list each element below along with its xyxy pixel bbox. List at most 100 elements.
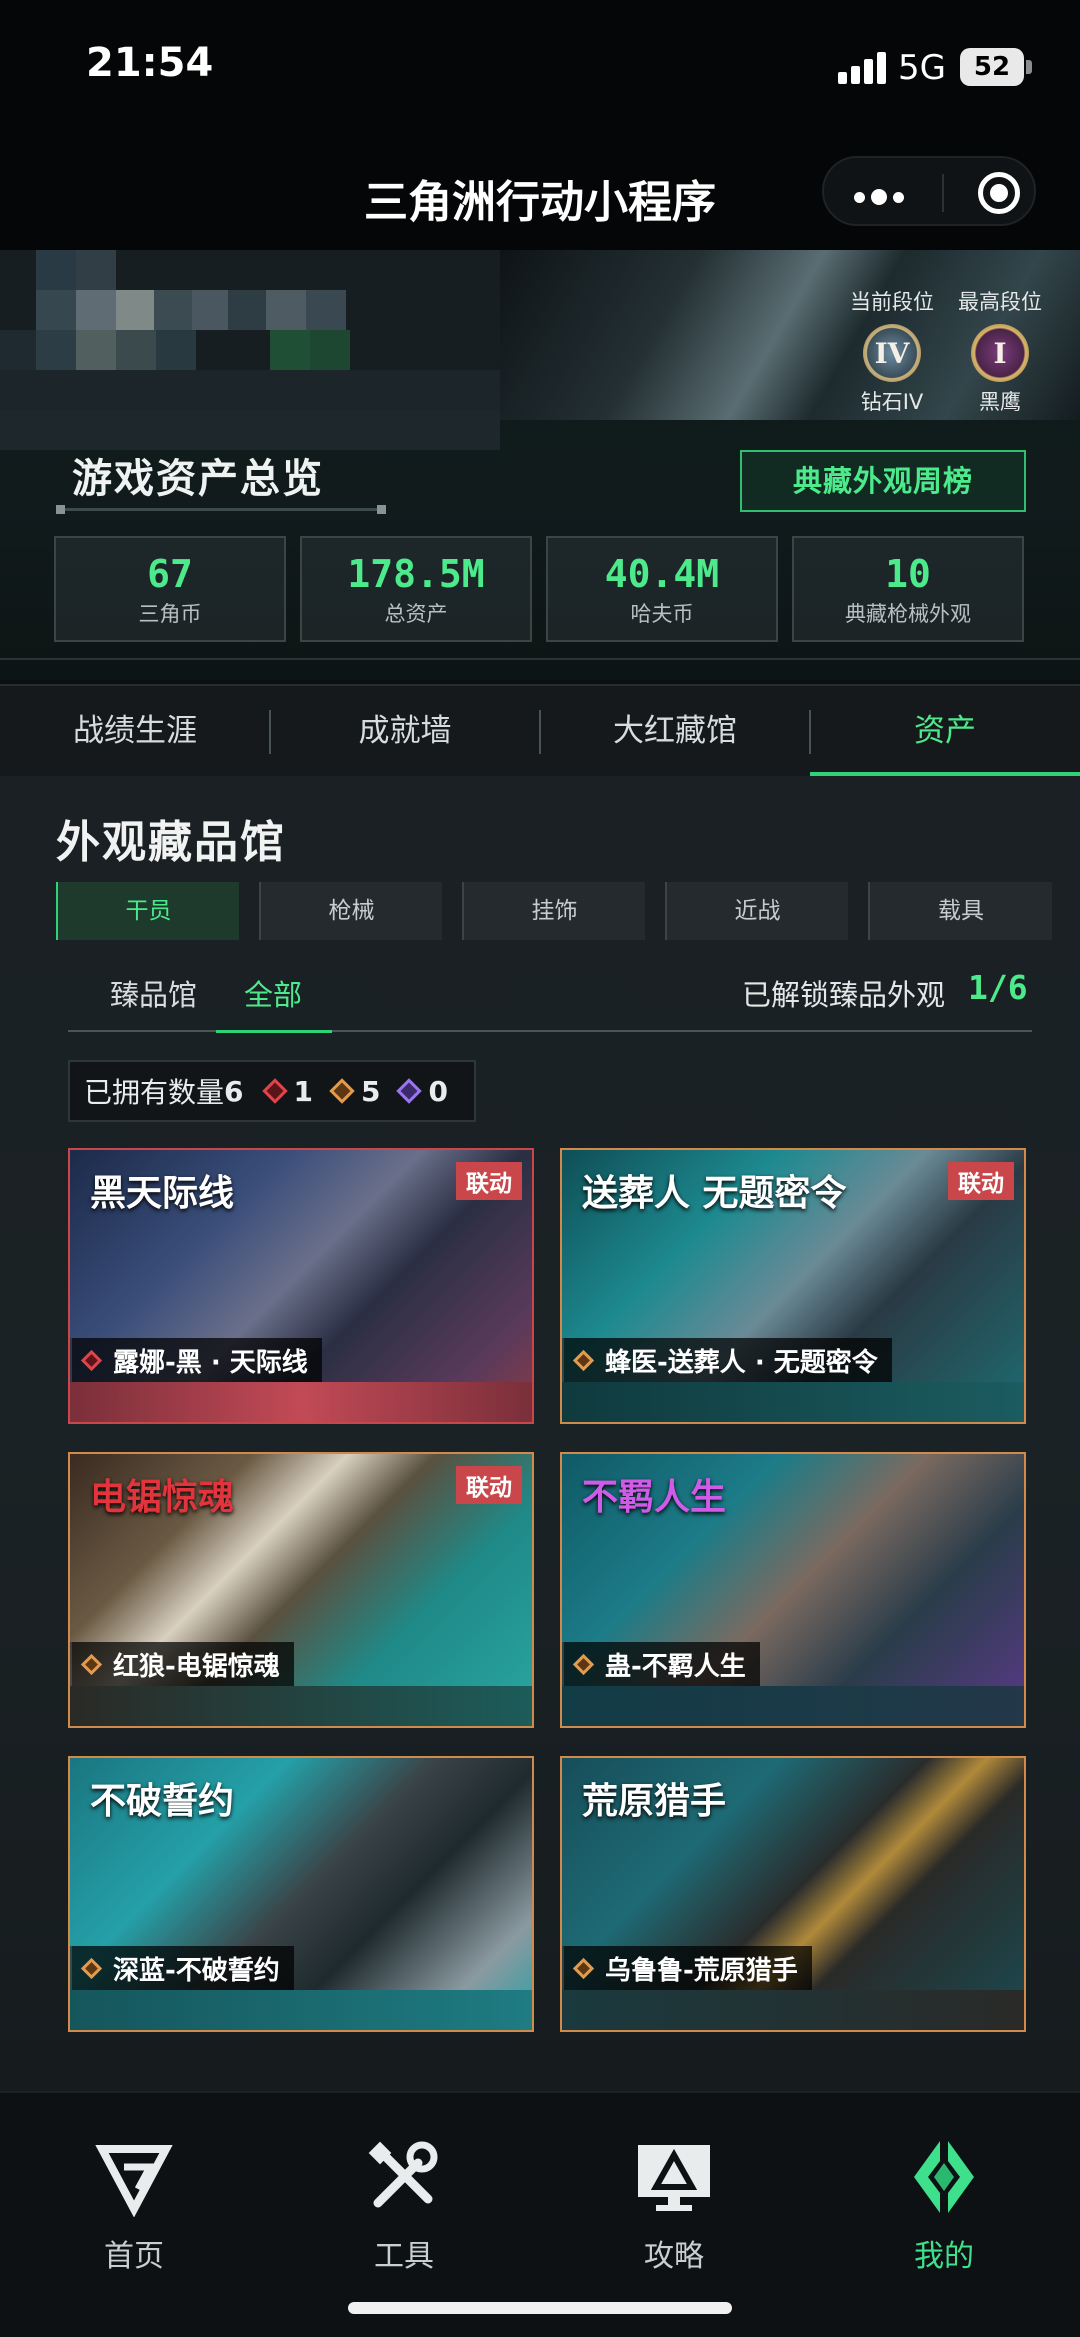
more-icon[interactable] [854,188,910,207]
active-subtab-indicator [216,1030,332,1033]
stat-card: 178.5M 总资产 [300,536,532,642]
nav-profile[interactable]: 我的 [844,2137,1044,2275]
owned-gold: 5 [360,1074,381,1108]
nav-home[interactable]: 首页 [34,2137,234,2275]
guide-monitor-icon [634,2137,714,2217]
collab-badge: 联动 [456,1466,522,1504]
current-rank[interactable]: 当前段位 IV 钻石IV [842,286,942,416]
nav-label: 我的 [914,2239,974,2274]
profile-logo-icon [904,2137,984,2217]
skin-gallery: 外观藏品馆 干员 枪械 挂饰 近战 载具 臻品馆 全部 已解锁臻品外观 1/6 … [0,776,1080,2091]
unlock-label: 已解锁臻品外观 [742,978,946,1012]
red-rarity-icon [80,1349,103,1371]
skin-name-bar: 蜂医-送葬人 · 无题密令 [562,1338,892,1382]
tab-career[interactable]: 战绩生涯 [0,686,270,778]
profile-header: 当前段位 IV 钻石IV 最高段位 I 黑鹰 游戏资产总览 典藏外观周榜 67 … [0,250,1080,680]
gold-rarity-icon [80,1957,103,1979]
skin-card[interactable]: 不羁人生 蛊-不羁人生 [560,1452,1026,1728]
nav-tools[interactable]: 工具 [304,2137,504,2275]
skin-logo: 不羁人生 [582,1476,727,1518]
close-target-icon[interactable] [978,172,1020,214]
title-decor-line [56,505,386,514]
skin-card[interactable]: 黑天际线 联动 露娜-黑 · 天际线 [68,1148,534,1424]
skin-name-bar: 露娜-黑 · 天际线 [70,1338,322,1382]
skin-name-bar: 乌鲁鲁-荒原猎手 [562,1946,812,1990]
current-rank-name: 钻石IV [860,390,924,414]
subtab-premium[interactable]: 臻品馆 [110,972,197,1014]
tools-icon [364,2137,444,2217]
rarity-strip [70,1686,532,1726]
owned-count: 已拥有数量 6 1 5 0 [68,1060,476,1122]
nav-label: 攻略 [644,2239,704,2274]
network-type: 5G [898,48,946,88]
gold-rarity-icon [572,1653,595,1675]
skin-name: 乌鲁鲁-荒原猎手 [605,1955,798,1986]
category-guns[interactable]: 枪械 [259,882,442,940]
skin-name: 蛊-不羁人生 [605,1651,746,1682]
gold-rarity-icon [329,1078,355,1104]
owned-label: 已拥有数量 [84,1076,225,1109]
skin-name-bar: 蛊-不羁人生 [562,1642,760,1686]
skin-logo: 电锯惊魂 [90,1476,235,1518]
skin-name: 红狼-电锯惊魂 [113,1651,280,1682]
gold-rarity-icon [572,1957,595,1979]
collab-badge: 联动 [948,1162,1014,1200]
skin-card[interactable]: 不破誓约 深蓝-不破誓约 [68,1756,534,2032]
red-rarity-icon [261,1078,288,1104]
rarity-strip [562,1686,1024,1726]
skin-name: 蜂医-送葬人 · 无题密令 [605,1347,878,1378]
subtab-all[interactable]: 全部 [244,972,302,1014]
nav-label: 首页 [104,2239,164,2274]
profile-tabs: 战绩生涯 成就墙 大红藏馆 资产 [0,684,1080,776]
stat-label: 哈夫币 [630,602,694,626]
skin-card[interactable]: 荒原猎手 乌鲁鲁-荒原猎手 [560,1756,1026,2032]
skin-logo: 不破誓约 [90,1780,235,1822]
capsule-divider [942,174,944,212]
skin-card[interactable]: 电锯惊魂 联动 红狼-电锯惊魂 [68,1452,534,1728]
stat-label: 总资产 [384,602,448,626]
avatar-mosaic [0,250,500,450]
stat-value: 178.5M [347,552,485,596]
bottom-nav: 首页 工具 攻略 我的 [0,2091,1080,2337]
current-rank-label: 当前段位 [850,290,934,314]
stat-value: 10 [885,552,931,596]
nav-label: 工具 [374,2239,434,2274]
divider [0,658,1080,660]
category-charms[interactable]: 挂饰 [462,882,645,940]
highest-rank[interactable]: 最高段位 I 黑鹰 [950,286,1050,416]
tab-achievements[interactable]: 成就墙 [270,686,540,778]
category-operators[interactable]: 干员 [56,882,239,940]
skin-name: 露娜-黑 · 天际线 [113,1347,308,1378]
rarity-strip [70,1990,532,2030]
title-bar: 三角洲行动小程序 [0,130,1080,250]
skin-name-bar: 深蓝-不破誓约 [70,1946,294,1990]
stat-card: 67 三角币 [54,536,286,642]
owned-red: 1 [293,1074,313,1108]
category-melee[interactable]: 近战 [665,882,848,940]
collab-badge: 联动 [456,1162,522,1200]
nav-guide[interactable]: 攻略 [574,2137,774,2275]
tab-red-collection[interactable]: 大红藏馆 [540,686,810,778]
sub-tab-line [68,1030,1032,1032]
blackhawk-rank-badge-icon: I [971,324,1029,382]
gold-rarity-icon [80,1653,103,1675]
weekly-ranking-button[interactable]: 典藏外观周榜 [740,450,1026,512]
stat-card: 40.4M 哈夫币 [546,536,778,642]
signal-icon [838,52,886,84]
tab-assets[interactable]: 资产 [810,686,1080,778]
battery-nub [1026,60,1032,74]
category-vehicles[interactable]: 载具 [868,882,1052,940]
skin-logo: 黑天际线 [90,1172,235,1214]
rarity-strip [70,1382,532,1422]
status-bar: 21:54 5G 52 [0,0,1080,130]
unlock-value: 1/6 [968,968,1028,1007]
miniprogram-capsule [822,156,1036,226]
skin-logo: 荒原猎手 [582,1780,727,1822]
gold-rarity-icon [572,1349,595,1371]
home-indicator[interactable] [348,2302,732,2314]
overview-title: 游戏资产总览 [72,456,324,502]
skin-card[interactable]: 送葬人 无题密令 联动 蜂医-送葬人 · 无题密令 [560,1148,1026,1424]
stat-label: 典藏枪械外观 [845,602,971,626]
purple-rarity-icon [396,1078,423,1104]
battery-icon: 52 [960,48,1024,86]
